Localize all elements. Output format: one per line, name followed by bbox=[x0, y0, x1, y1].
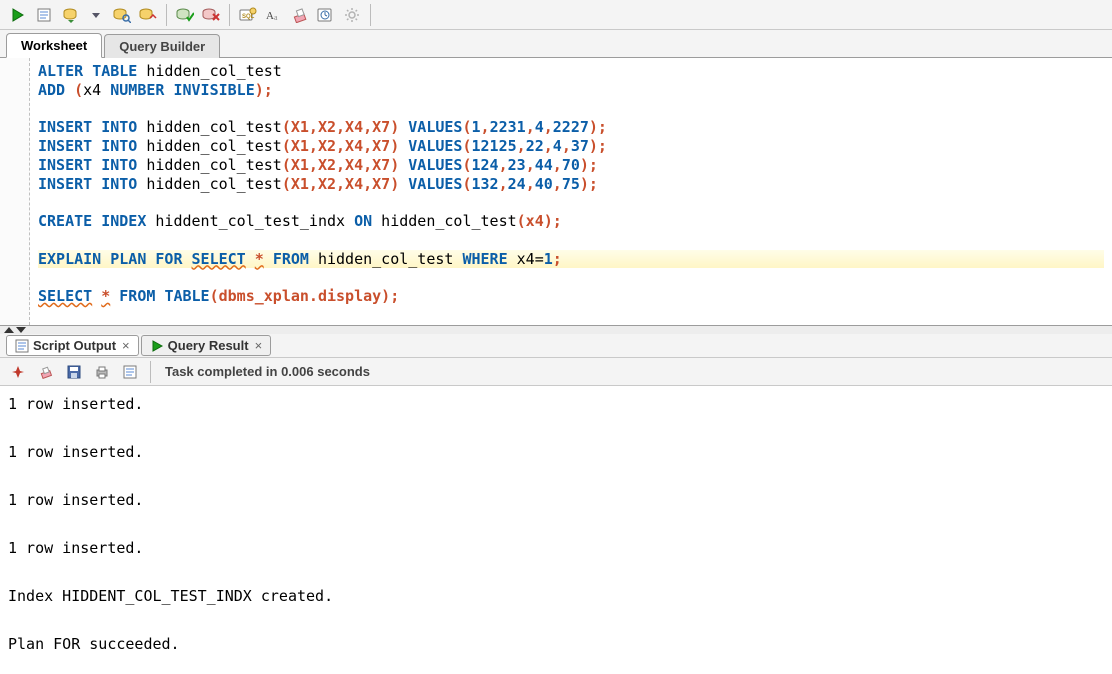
close-icon[interactable]: × bbox=[255, 338, 263, 353]
save-icon[interactable] bbox=[62, 361, 86, 383]
svg-text:a: a bbox=[274, 13, 278, 22]
code-content[interactable]: ALTER TABLE hidden_col_test ADD (x4 NUMB… bbox=[38, 62, 1104, 306]
explain-plan-icon[interactable] bbox=[58, 4, 82, 26]
clear-icon[interactable] bbox=[34, 361, 58, 383]
tab-worksheet[interactable]: Worksheet bbox=[6, 33, 102, 58]
sql-tuning-icon[interactable] bbox=[136, 4, 160, 26]
run-icon bbox=[150, 339, 164, 353]
run-script-icon[interactable] bbox=[32, 4, 56, 26]
status-text: Task completed in 0.006 seconds bbox=[165, 364, 370, 379]
sql-editor[interactable]: ALTER TABLE hidden_col_test ADD (x4 NUMB… bbox=[0, 58, 1112, 326]
separator-icon bbox=[150, 361, 151, 383]
output-toolbar: Task completed in 0.006 seconds bbox=[0, 358, 1112, 386]
svg-text:SQL: SQL bbox=[242, 14, 255, 20]
tab-label: Query Result bbox=[168, 338, 249, 353]
output-tabbar: Script Output × Query Result × bbox=[0, 334, 1112, 358]
separator-icon bbox=[166, 4, 167, 26]
tab-query-result[interactable]: Query Result × bbox=[141, 335, 272, 356]
tab-query-builder[interactable]: Query Builder bbox=[104, 34, 220, 58]
svg-text:A: A bbox=[266, 10, 274, 22]
run-icon[interactable] bbox=[6, 4, 30, 26]
pin-icon[interactable] bbox=[6, 361, 30, 383]
tab-script-output[interactable]: Script Output × bbox=[6, 335, 139, 356]
print-icon[interactable] bbox=[90, 361, 114, 383]
close-icon[interactable]: × bbox=[122, 338, 130, 353]
separator-icon bbox=[229, 4, 230, 26]
tab-label: Script Output bbox=[33, 338, 116, 353]
script-output-icon bbox=[15, 339, 29, 353]
separator-icon bbox=[370, 4, 371, 26]
to-upper-icon[interactable]: Aa bbox=[262, 4, 286, 26]
script-output: 1 row inserted. 1 row inserted. 1 row in… bbox=[0, 386, 1112, 674]
dropdown-icon[interactable] bbox=[84, 4, 108, 26]
editor-gutter bbox=[0, 58, 30, 325]
commit-icon[interactable] bbox=[173, 4, 197, 26]
clear-icon[interactable] bbox=[288, 4, 312, 26]
worksheet-tabbar: Worksheet Query Builder bbox=[0, 30, 1112, 58]
autotrace-icon[interactable] bbox=[110, 4, 134, 26]
settings-icon[interactable] bbox=[340, 4, 364, 26]
rollback-icon[interactable] bbox=[199, 4, 223, 26]
sql-history-icon[interactable] bbox=[314, 4, 338, 26]
splitter-icon[interactable] bbox=[0, 326, 1112, 334]
sql-icon[interactable] bbox=[118, 361, 142, 383]
unshared-sql-icon[interactable]: SQL bbox=[236, 4, 260, 26]
main-toolbar: SQL Aa bbox=[0, 0, 1112, 30]
